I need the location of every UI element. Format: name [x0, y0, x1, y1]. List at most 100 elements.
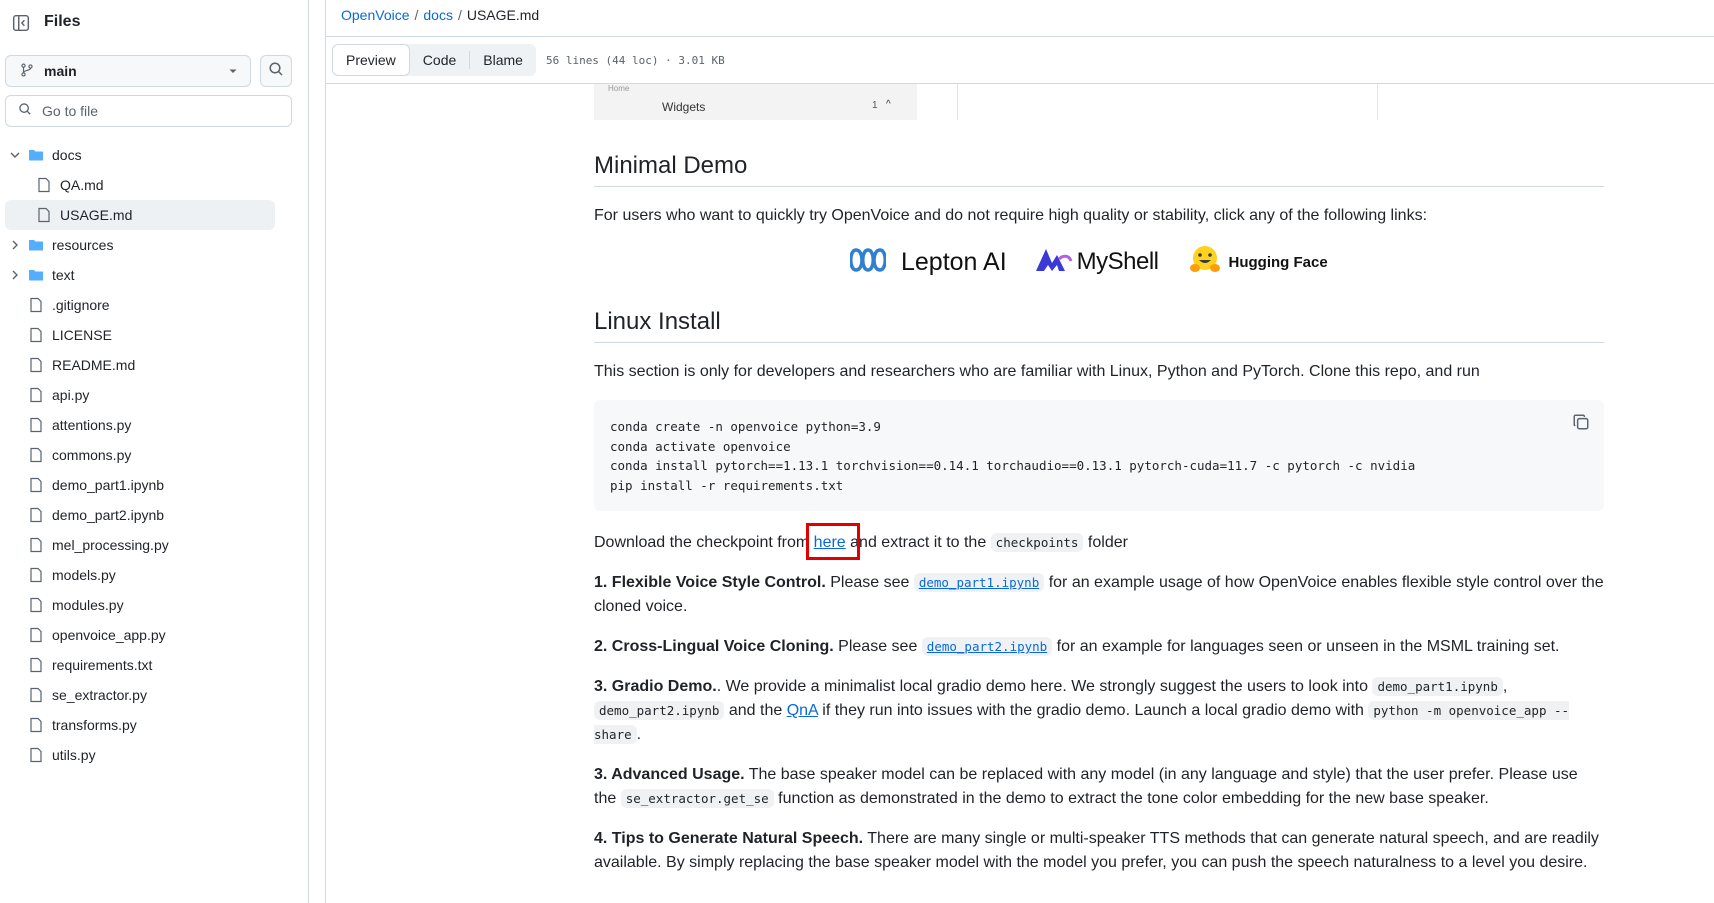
tab-code[interactable]: Code [410, 44, 469, 76]
myshell-link[interactable]: MyShell [1035, 247, 1159, 278]
item-text: . We provide a minimalist local gradio d… [716, 678, 1373, 695]
breadcrumb: OpenVoice / docs / USAGE.md [341, 7, 539, 23]
qna-link[interactable]: QnA [787, 702, 818, 719]
breadcrumb-separator: / [457, 7, 462, 23]
folder-icon [29, 270, 43, 281]
tree-item-label: USAGE.md [60, 207, 133, 223]
item-title: 3. Advanced Usage. [594, 766, 745, 783]
tree-item-api-py[interactable]: api.py [5, 380, 275, 410]
file-icon [30, 447, 42, 463]
item-text: for an example for languages seen or uns… [1052, 638, 1560, 655]
tree-item-license[interactable]: LICENSE [5, 320, 275, 350]
tree-item-readme[interactable]: README.md [5, 350, 275, 380]
item-title: 4. Tips to Generate Natural Speech. [594, 830, 864, 847]
lepton-ai-label: Lepton AI [901, 247, 1007, 276]
tree-item-attentions-py[interactable]: attentions.py [5, 410, 275, 440]
item-title: 3. Gradio Demo. [594, 678, 717, 695]
heading-minimal-demo: Minimal Demo [594, 152, 1604, 187]
code-line: conda install pytorch==1.13.1 torchvisio… [610, 458, 1416, 473]
copy-icon[interactable] [1572, 413, 1592, 433]
tree-item-label: attentions.py [52, 417, 132, 433]
tree-item-models-py[interactable]: models.py [5, 560, 275, 590]
tree-item-label: api.py [52, 387, 90, 403]
file-icon [30, 297, 42, 313]
tree-item-label: README.md [52, 357, 136, 373]
file-icon [30, 657, 42, 673]
item-text: . [636, 726, 642, 743]
folder-icon [29, 240, 43, 251]
search-button[interactable] [260, 55, 292, 87]
tree-item-requirements[interactable]: requirements.txt [5, 650, 275, 680]
tree-item-label: se_extractor.py [52, 687, 147, 703]
file-icon [30, 357, 42, 373]
chevron-right-icon [12, 240, 18, 250]
item-text: and the [724, 702, 787, 719]
tree-item-label: openvoice_app.py [52, 627, 166, 643]
tree-item-resources[interactable]: resources [5, 230, 275, 260]
lepton-logo-icon [849, 247, 887, 278]
tree-item-demo-part2[interactable]: demo_part2.ipynb [5, 500, 275, 530]
inline-code-checkpoints: checkpoints [990, 533, 1084, 552]
highlight-annotation-box [806, 523, 860, 560]
item-voice-style: 1. Flexible Voice Style Control. Please … [594, 571, 1604, 619]
tree-item-label: docs [52, 147, 82, 163]
collapse-sidebar-icon[interactable] [10, 12, 32, 34]
download-paragraph: Download the checkpoint from here and ex… [594, 531, 1604, 555]
myshell-label: MyShell [1076, 248, 1159, 275]
tree-item-mel-processing[interactable]: mel_processing.py [5, 530, 275, 560]
image-divider [1377, 84, 1378, 120]
partial-embedded-image: Home Widgets 1 ^ [594, 84, 917, 120]
tree-item-demo-part1[interactable]: demo_part1.ipynb [5, 470, 275, 500]
breadcrumb-dir-link[interactable]: docs [423, 7, 453, 23]
item-title: 2. Cross-Lingual Voice Cloning. [594, 638, 834, 655]
chevron-down-icon [10, 152, 20, 158]
breadcrumb-repo-link[interactable]: OpenVoice [341, 7, 410, 23]
item-text: if they run into issues with the gradio … [817, 702, 1369, 719]
image-text-widgets: Widgets [662, 100, 706, 114]
tree-item-modules-py[interactable]: modules.py [5, 590, 275, 620]
go-to-file-input[interactable] [40, 102, 270, 120]
file-icon [30, 687, 42, 703]
demo-part1-link[interactable]: demo_part1.ipynb [919, 575, 1039, 590]
tree-item-label: requirements.txt [52, 657, 153, 673]
tab-blame[interactable]: Blame [470, 44, 536, 76]
file-icon [30, 387, 42, 403]
tree-item-label: QA.md [60, 177, 104, 193]
tree-item-text[interactable]: text [5, 260, 275, 290]
breadcrumb-file: USAGE.md [466, 7, 540, 23]
tree-item-qa-md[interactable]: QA.md [5, 170, 275, 200]
tree-item-commons-py[interactable]: commons.py [5, 440, 275, 470]
sidebar-header: Files [0, 0, 309, 46]
tree-item-gitignore[interactable]: .gitignore [5, 290, 275, 320]
item-text: function as demonstrated in the demo to … [773, 790, 1489, 807]
tree-item-transforms[interactable]: transforms.py [5, 710, 275, 740]
demo-part2-link[interactable]: demo_part2.ipynb [927, 639, 1047, 654]
tree-item-utils[interactable]: utils.py [5, 740, 275, 770]
tree-item-label: transforms.py [52, 717, 137, 733]
item-advanced-usage: 3. Advanced Usage. The base speaker mode… [594, 763, 1604, 811]
image-text-count: 1 [872, 100, 878, 111]
tree-item-label: demo_part2.ipynb [52, 507, 165, 523]
lepton-ai-link[interactable]: Lepton AI [849, 247, 1007, 278]
file-info: 56 lines (44 loc) · 3.01 KB [545, 53, 725, 67]
code-line: conda create -n openvoice python=3.9 [610, 419, 881, 434]
branch-selector[interactable]: main [5, 55, 251, 87]
tree-item-openvoice-app[interactable]: openvoice_app.py [5, 620, 275, 650]
hugging-face-link[interactable]: Hugging Face [1189, 245, 1328, 280]
search-icon [268, 61, 284, 82]
hugging-face-label: Hugging Face [1228, 253, 1328, 271]
tree-item-label: modules.py [52, 597, 124, 613]
caret-down-icon [228, 63, 238, 79]
tree-item-label: .gitignore [52, 297, 110, 313]
tree-item-label: models.py [52, 567, 116, 583]
tree-item-docs[interactable]: docs [5, 140, 275, 170]
heading-linux-install: Linux Install [594, 308, 1604, 343]
item-title: 1. Flexible Voice Style Control. [594, 574, 826, 591]
tree-item-se-extractor[interactable]: se_extractor.py [5, 680, 275, 710]
tab-preview[interactable]: Preview [332, 44, 410, 76]
tree-item-label: text [52, 267, 75, 283]
item-text: , [1502, 678, 1508, 695]
go-to-file-field[interactable] [5, 95, 292, 127]
tree-item-label: LICENSE [52, 327, 112, 343]
tree-item-usage-md[interactable]: USAGE.md [5, 200, 275, 230]
